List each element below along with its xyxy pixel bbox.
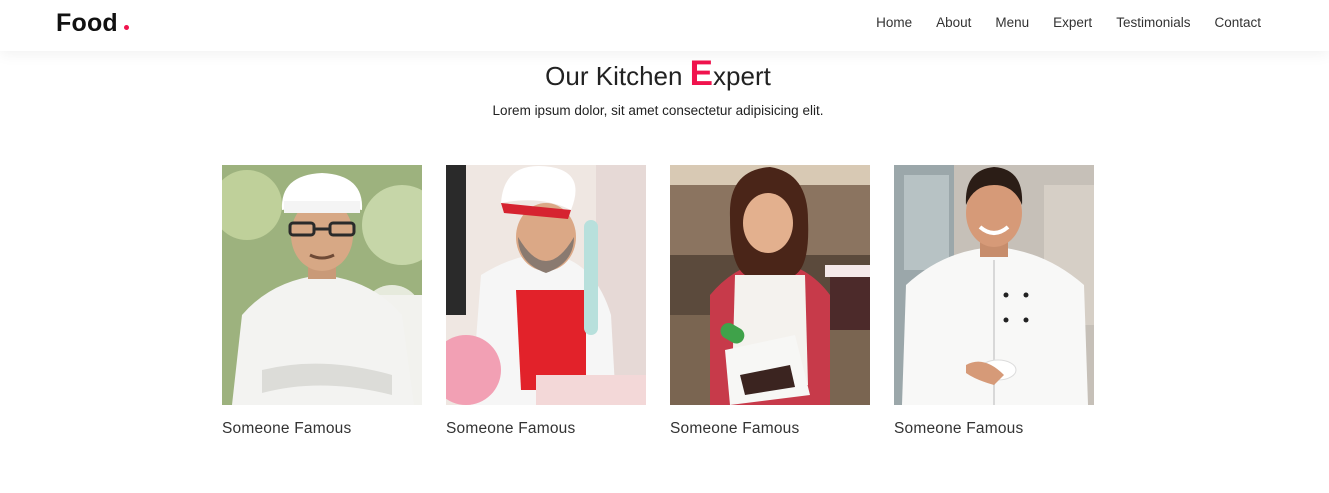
expert-name: Someone Famous <box>894 420 1024 437</box>
chef-portrait-icon <box>446 165 646 405</box>
brand-dot-icon <box>123 25 129 30</box>
section-title: Our Kitchen Expert <box>0 54 1316 94</box>
chef-portrait-icon <box>222 165 422 405</box>
chef-portrait-icon <box>670 165 870 405</box>
brand-name: Food <box>56 9 118 37</box>
brand-logo[interactable]: Food <box>56 9 129 38</box>
nav-link-home[interactable]: Home <box>876 15 912 30</box>
nav-link-about[interactable]: About <box>936 15 971 30</box>
navbar: Food Home About Menu Expert Testimonials… <box>0 0 1329 51</box>
section-title-end: xpert <box>713 61 771 91</box>
section-subtitle: Lorem ipsum dolor, sit amet consectetur … <box>492 103 824 118</box>
section-title-accent: E <box>689 54 714 93</box>
expert-name: Someone Famous <box>670 420 800 437</box>
expert-card: Someone Famous <box>222 165 422 438</box>
nav-link-contact[interactable]: Contact <box>1214 15 1261 30</box>
expert-card: Someone Famous <box>894 165 1094 438</box>
nav-link-menu[interactable]: Menu <box>995 15 1029 30</box>
section-title-start: Our Kitchen <box>545 61 690 91</box>
expert-photo <box>222 165 422 405</box>
main-nav: Home About Menu Expert Testimonials Cont… <box>876 15 1261 30</box>
nav-link-testimonials[interactable]: Testimonials <box>1116 15 1190 30</box>
expert-photo <box>670 165 870 405</box>
expert-photo <box>894 165 1094 405</box>
expert-name: Someone Famous <box>446 420 576 437</box>
expert-photo <box>446 165 646 405</box>
expert-card: Someone Famous <box>446 165 646 438</box>
expert-name: Someone Famous <box>222 420 352 437</box>
nav-link-expert[interactable]: Expert <box>1053 15 1092 30</box>
chef-portrait-icon <box>894 165 1094 405</box>
expert-card: Someone Famous <box>670 165 870 438</box>
